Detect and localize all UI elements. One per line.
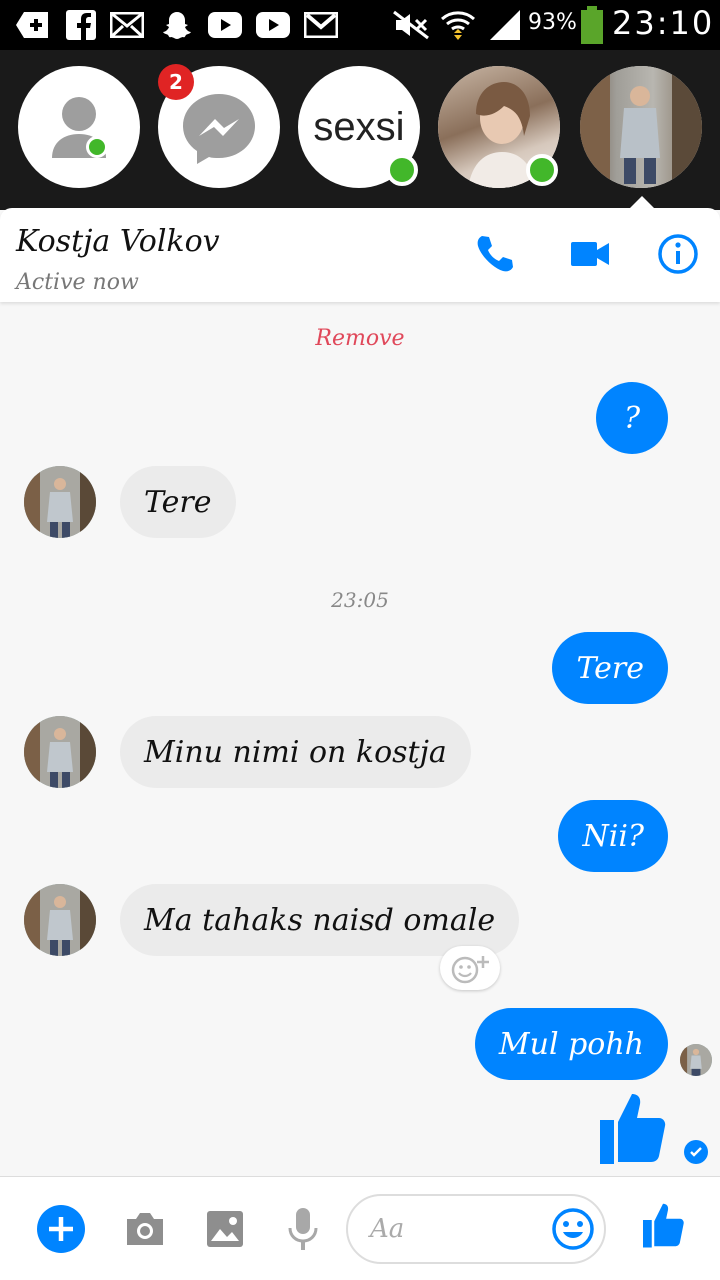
chat-head-kostja[interactable] [580,66,702,188]
signal-icon [488,10,522,40]
voice-call-button[interactable] [472,232,516,276]
thumbs-up-icon [643,1203,684,1248]
chat-head-girl[interactable] [438,66,560,188]
facebook-icon [66,10,96,40]
mute-icon [392,10,430,40]
smiley-icon [552,1208,594,1250]
person-icon [52,97,106,158]
status-bar: 93% 23:10 [0,0,720,50]
send-like-button[interactable] [638,1200,688,1250]
clock: 23:10 [612,4,715,42]
online-indicator [386,154,418,186]
image-icon [207,1211,243,1247]
contacts-avatar [18,66,140,188]
more-actions-button[interactable] [36,1204,86,1254]
chat-head-messenger[interactable]: 2 [158,64,280,188]
online-indicator [86,136,108,158]
chat-head-contacts[interactable] [18,66,140,188]
info-icon [658,234,698,274]
voice-message-button[interactable] [278,1204,328,1254]
remove-link[interactable]: Remove [0,326,720,351]
message-bubble-outgoing[interactable]: Mul pohh [474,1008,668,1080]
contact-name[interactable]: Kostja Volkov [16,224,220,259]
online-indicator [526,154,558,186]
gallery-button[interactable] [200,1204,250,1254]
chat-head-sexsi[interactable]: sexsi [298,66,420,188]
contact-status: Active now [16,270,139,295]
thumbs-up-icon [600,1094,666,1164]
chat-head-label: sexsi [313,104,405,149]
contact-avatar[interactable] [24,716,96,788]
contact-avatar-photo [24,716,96,788]
seen-avatar-photo [680,1044,712,1076]
message-bubble-outgoing[interactable]: ? [596,382,668,454]
message-input-placeholder: Aa [370,1214,405,1244]
info-button[interactable] [656,232,700,276]
plus-box-icon [16,10,50,40]
kostja-photo [580,66,702,188]
add-reaction-button[interactable] [440,946,500,990]
camera-button[interactable] [120,1204,170,1254]
message-bubble-incoming[interactable]: Tere [120,466,236,538]
mail-icon [110,10,144,40]
emoji-button[interactable] [548,1204,598,1254]
delivered-check-icon [684,1140,708,1164]
chat-heads-bar: 2 sexsi [0,50,720,210]
snapchat-icon [162,10,192,40]
phone-icon [477,236,513,272]
unread-badge: 2 [158,64,194,100]
message-bubble-outgoing[interactable]: Tere [552,632,668,704]
kostja-photo-avatar [580,66,702,188]
youtube-icon [256,10,290,40]
sent-like-message[interactable] [596,1088,668,1168]
microphone-icon [288,1208,318,1250]
message-bubble-outgoing[interactable]: Nii? [558,800,668,872]
message-timestamp: 23:05 [331,588,389,612]
video-camera-icon [571,242,609,266]
youtube-icon [208,10,242,40]
camera-icon [127,1213,163,1245]
message-bubble-incoming[interactable]: Minu nimi on kostja [120,716,471,788]
contact-avatar[interactable] [24,884,96,956]
contact-avatar[interactable] [24,466,96,538]
plus-circle-icon [37,1205,85,1253]
add-reaction-icon [451,956,489,984]
contact-avatar-photo [24,466,96,538]
wifi-icon [440,10,476,40]
video-call-button[interactable] [568,232,612,276]
seen-receipt-avatar [680,1044,712,1076]
contact-avatar-photo [24,884,96,956]
gmail-icon [304,10,338,40]
battery-icon [580,6,604,44]
conversation-header: Kostja Volkov Active now [0,208,720,302]
battery-percent: 93% [528,10,577,35]
